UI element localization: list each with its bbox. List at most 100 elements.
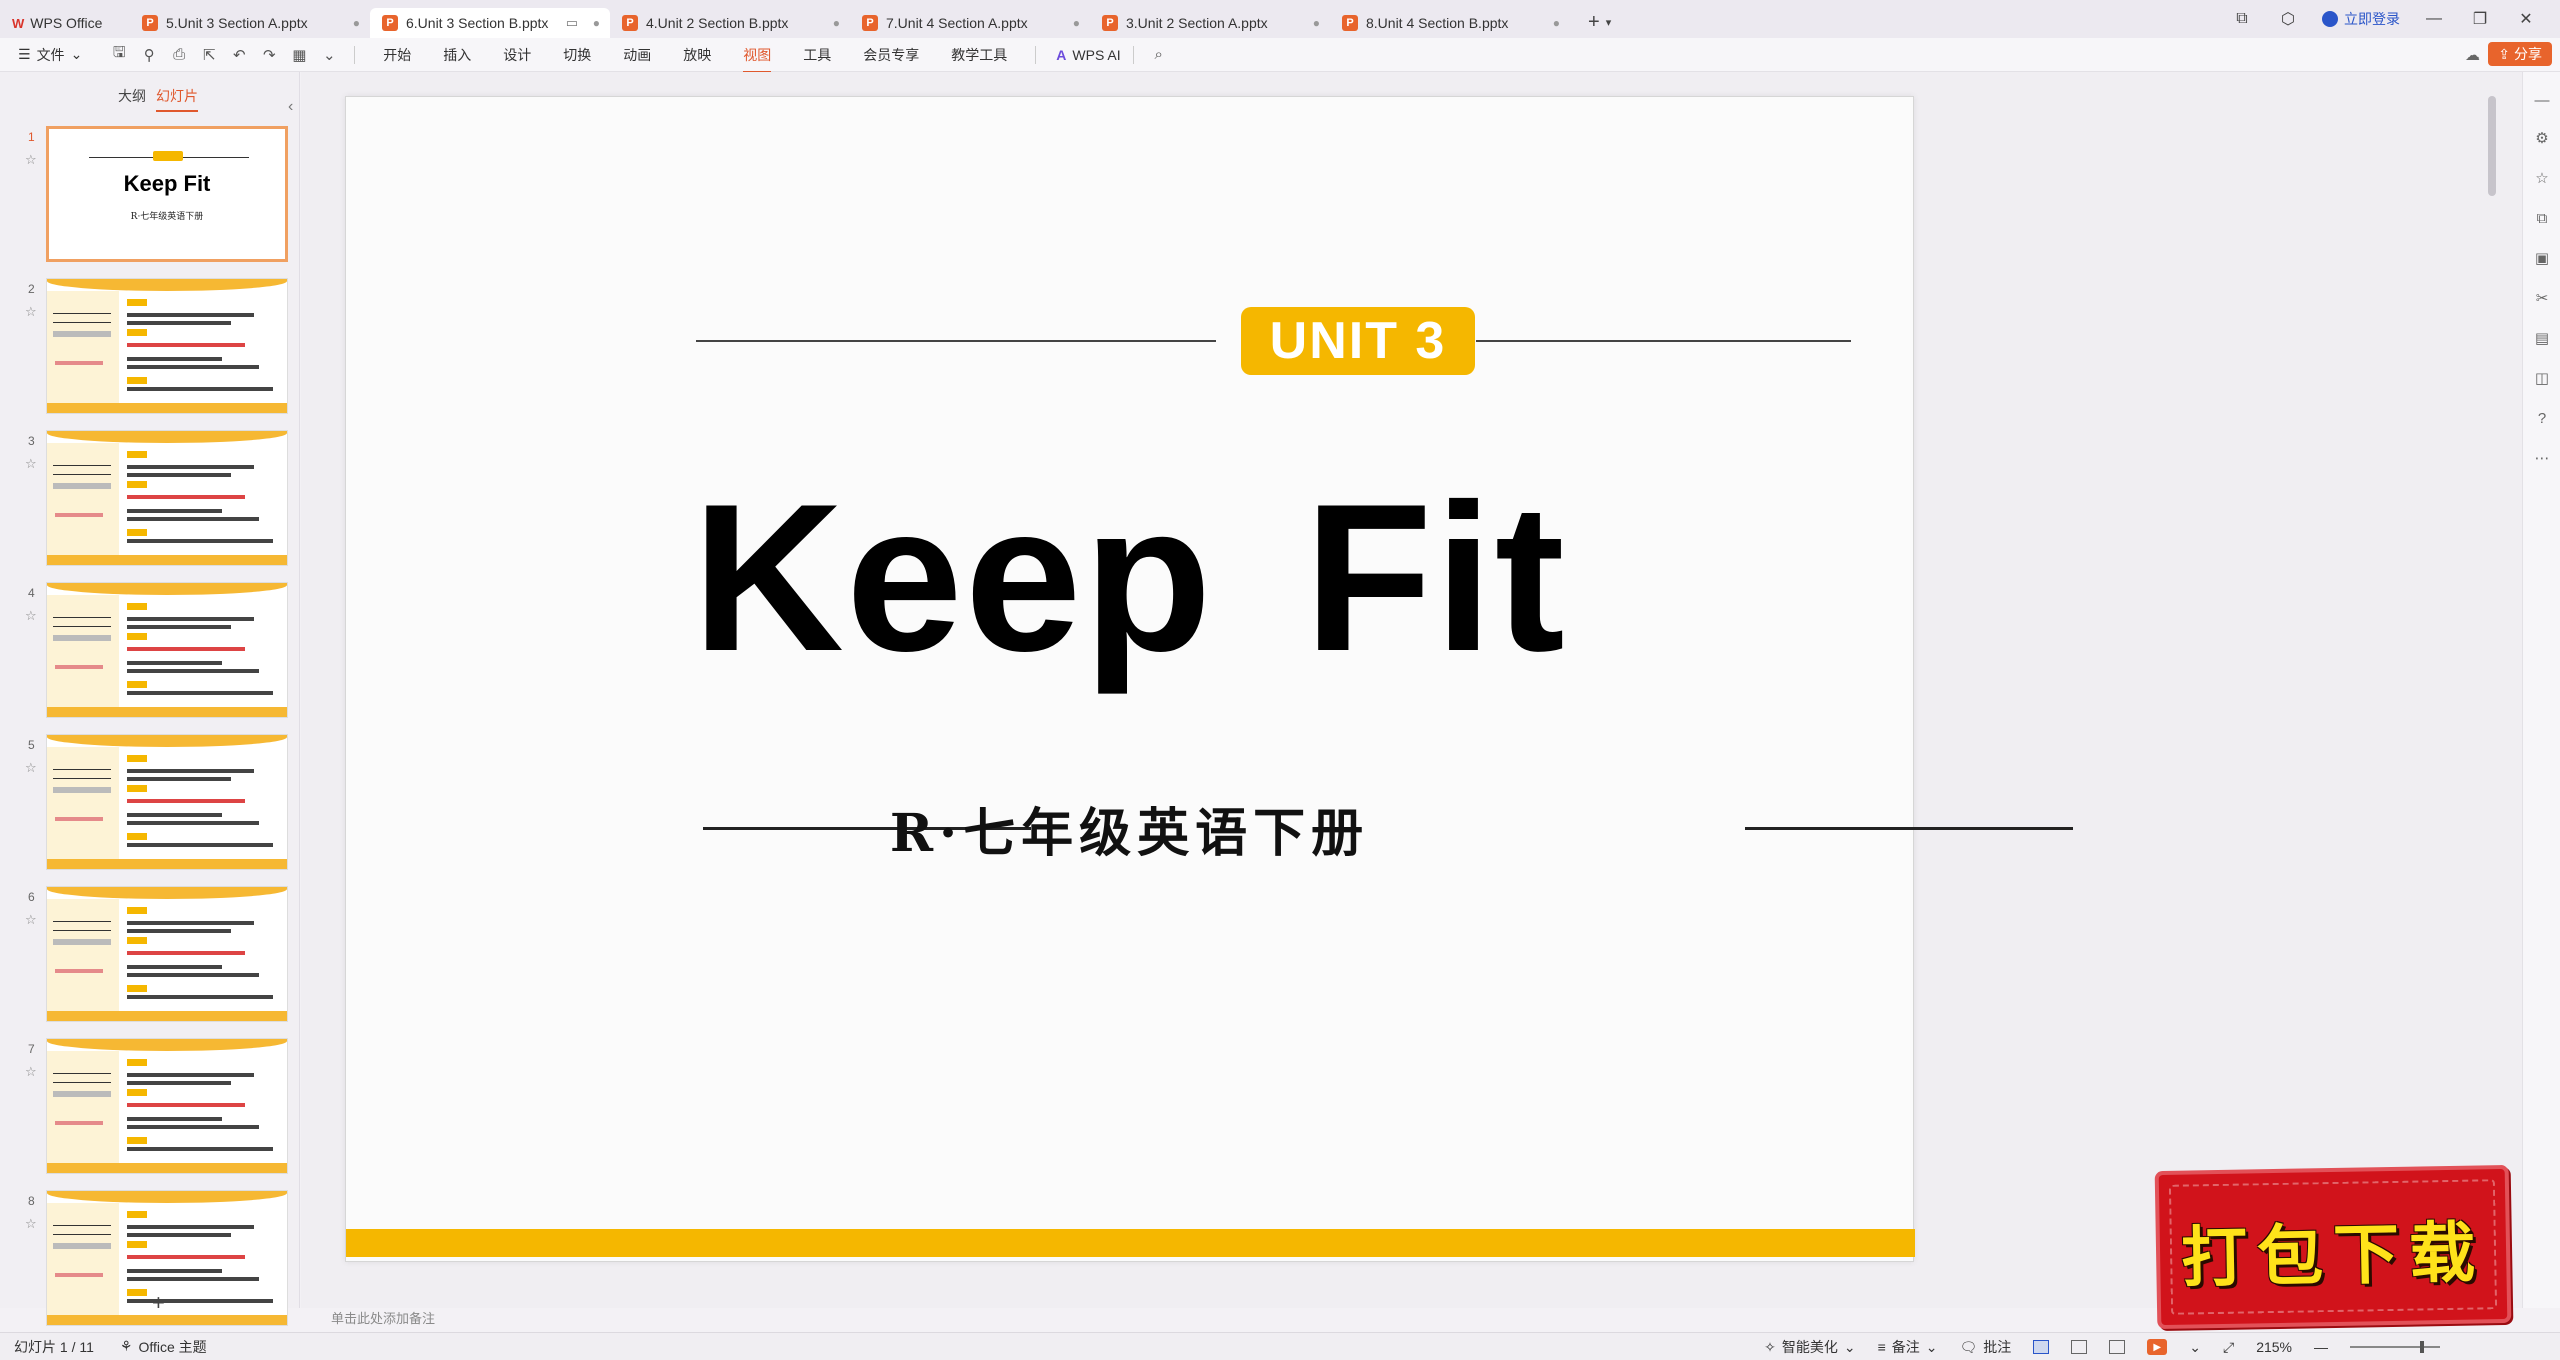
image-icon[interactable]: ▣ (2533, 250, 2551, 268)
menu-tab-slideshow[interactable]: 放映 (683, 45, 711, 65)
tab-document-active[interactable]: P 6.Unit 3 Section B.pptx ▭ ● (370, 8, 610, 38)
slide-thumbnail-row[interactable]: 1 ☆ Keep Fit R·七年级英语下册 (0, 126, 300, 266)
slide-thumbnail-row[interactable]: 5 ☆ (0, 734, 300, 874)
tab-close-icon[interactable]: ● (1073, 16, 1080, 30)
copy-icon[interactable]: ⧉ (2533, 210, 2551, 228)
menu-tab-animation[interactable]: 动画 (623, 45, 651, 65)
save-icon[interactable]: 🖫 (106, 42, 132, 67)
file-menu-button[interactable]: ☰ 文件 ⌄ (18, 45, 82, 65)
minus-icon[interactable]: — (2533, 92, 2551, 110)
grid-view-icon[interactable] (2071, 1340, 2088, 1354)
tools-icon[interactable]: ✂ (2533, 290, 2551, 308)
help-icon[interactable]: ? (2533, 410, 2551, 428)
tab-close-icon[interactable]: ● (353, 16, 360, 30)
tab-document[interactable]: P 8.Unit 4 Section B.pptx ● (1330, 8, 1570, 38)
star-icon[interactable]: ☆ (2533, 170, 2551, 188)
star-icon[interactable]: ☆ (25, 608, 37, 624)
book-icon[interactable]: ▤ (2533, 330, 2551, 348)
comments-button[interactable]: 🗨 批注 (1959, 1337, 2011, 1357)
zoom-slider[interactable] (2350, 1341, 2440, 1353)
layers-icon[interactable]: ◫ (2533, 370, 2551, 388)
format-painter-icon[interactable]: ▦ (286, 46, 312, 64)
menu-tab-member[interactable]: 会员专享 (863, 45, 919, 65)
more-icon[interactable]: ⋯ (2533, 450, 2551, 468)
chevron-down-icon[interactable]: ⌄ (2189, 1339, 2201, 1356)
add-slide-button[interactable]: + (152, 1290, 165, 1316)
slide-thumbnail[interactable] (46, 1190, 288, 1326)
monitor-icon[interactable]: ▭ (566, 15, 578, 31)
menu-tab-design[interactable]: 设计 (503, 45, 531, 65)
slide-title[interactable]: Keep Fit (346, 457, 1913, 699)
slide-subtitle[interactable]: R·七年级英语下册 (346, 791, 1913, 866)
tab-document[interactable]: P 3.Unit 2 Section A.pptx ● (1090, 8, 1330, 38)
slide-thumbnail-row[interactable]: 8 ☆ (0, 1190, 300, 1330)
redo-icon[interactable]: ↷ (256, 46, 282, 64)
menu-tab-insert[interactable]: 插入 (443, 45, 471, 65)
print-icon[interactable]: ⎙ (166, 46, 192, 63)
menu-tab-tools[interactable]: 工具 (803, 45, 831, 65)
chevron-down-icon[interactable]: ⌄ (316, 46, 342, 64)
star-icon[interactable]: ☆ (25, 1216, 37, 1232)
current-slide[interactable]: UNIT 3 Keep Fit R·七年级英语下册 (345, 96, 2073, 1262)
fit-window-icon[interactable]: ⤢ (2223, 1339, 2234, 1356)
zoom-level[interactable]: 215% (2256, 1339, 2292, 1355)
slide-thumbnail-row[interactable]: 2 ☆ (0, 278, 300, 418)
export-icon[interactable]: ⇱ (196, 46, 222, 64)
download-stamp-badge[interactable]: 打包下载 (2158, 1168, 2508, 1326)
slide-thumbnail[interactable] (46, 430, 288, 566)
tab-wps-home[interactable]: W WPS Office (0, 8, 130, 38)
slide-thumbnail[interactable] (46, 734, 288, 870)
star-icon[interactable]: ☆ (25, 304, 37, 320)
close-window-icon[interactable]: ✕ (2514, 9, 2538, 29)
slide-thumbnail-row[interactable]: 7 ☆ (0, 1038, 300, 1178)
slide-thumbnail[interactable] (46, 582, 288, 718)
menu-tab-transition[interactable]: 切换 (563, 45, 591, 65)
tab-outline[interactable]: 大纲 (118, 86, 146, 106)
star-icon[interactable]: ☆ (25, 760, 37, 776)
canvas-scrollbar[interactable] (2488, 96, 2496, 196)
normal-view-icon[interactable] (2033, 1340, 2050, 1354)
tab-close-icon[interactable]: ● (833, 16, 840, 30)
tab-close-icon[interactable]: ● (1553, 16, 1560, 30)
star-icon[interactable]: ☆ (25, 1064, 37, 1080)
collapse-panel-icon[interactable]: ‹ (288, 98, 293, 116)
notes-button[interactable]: ≡ 备注 ⌄ (1878, 1337, 1938, 1357)
slide-thumbnail[interactable] (46, 278, 288, 414)
tab-document[interactable]: P 4.Unit 2 Section B.pptx ● (610, 8, 850, 38)
star-icon[interactable]: ☆ (25, 912, 37, 928)
reading-view-icon[interactable] (2109, 1340, 2126, 1354)
restore-icon[interactable]: ❐ (2468, 9, 2492, 29)
zoom-slider-knob[interactable] (2420, 1341, 2424, 1353)
menu-tab-view[interactable]: 视图 (743, 45, 772, 73)
window-layout-icon[interactable]: ⧉ (2230, 10, 2254, 28)
theme-indicator[interactable]: ⚘ Office 主题 (120, 1337, 207, 1357)
menu-tab-start[interactable]: 开始 (383, 45, 411, 65)
find-icon[interactable]: ⚲ (136, 46, 162, 64)
tab-close-icon[interactable]: ● (593, 16, 600, 30)
add-tab-button[interactable]: + (1588, 11, 1600, 34)
notes-placeholder[interactable]: 单击此处添加备注 (331, 1308, 435, 1327)
menu-tab-teaching[interactable]: 教学工具 (951, 45, 1007, 65)
slide-thumbnail[interactable] (46, 886, 288, 1022)
tab-close-icon[interactable]: ● (1313, 16, 1320, 30)
star-icon[interactable]: ☆ (25, 456, 37, 472)
zoom-out-icon[interactable]: — (2314, 1339, 2328, 1355)
settings-sliders-icon[interactable]: ⚙ (2533, 130, 2551, 148)
slide-thumbnail[interactable]: Keep Fit R·七年级英语下册 (46, 126, 288, 262)
cloud-sync-icon[interactable]: ☁ (2465, 46, 2480, 64)
beautify-button[interactable]: ✧ 智能美化 ⌄ (1764, 1337, 1855, 1357)
slide-thumbnail-row[interactable]: 3 ☆ (0, 430, 300, 570)
share-button[interactable]: ⇪ 分享 (2488, 42, 2552, 66)
slide-thumbnail-row[interactable]: 4 ☆ (0, 582, 300, 722)
login-button[interactable]: 立即登录 (2322, 9, 2400, 29)
slide-thumbnail[interactable] (46, 1038, 288, 1174)
tab-document[interactable]: P 5.Unit 3 Section A.pptx ● (130, 8, 370, 38)
wps-ai-button[interactable]: A WPS AI (1056, 47, 1120, 63)
star-icon[interactable]: ☆ (25, 152, 37, 168)
cube-icon[interactable]: ⬡ (2276, 9, 2300, 29)
chevron-down-icon[interactable]: ▾ (1606, 16, 1612, 29)
tab-document[interactable]: P 7.Unit 4 Section A.pptx ● (850, 8, 1090, 38)
undo-icon[interactable]: ↶ (226, 46, 252, 64)
slide-thumbnail-row[interactable]: 6 ☆ (0, 886, 300, 1026)
search-icon[interactable]: ⌕ (1146, 46, 1172, 63)
